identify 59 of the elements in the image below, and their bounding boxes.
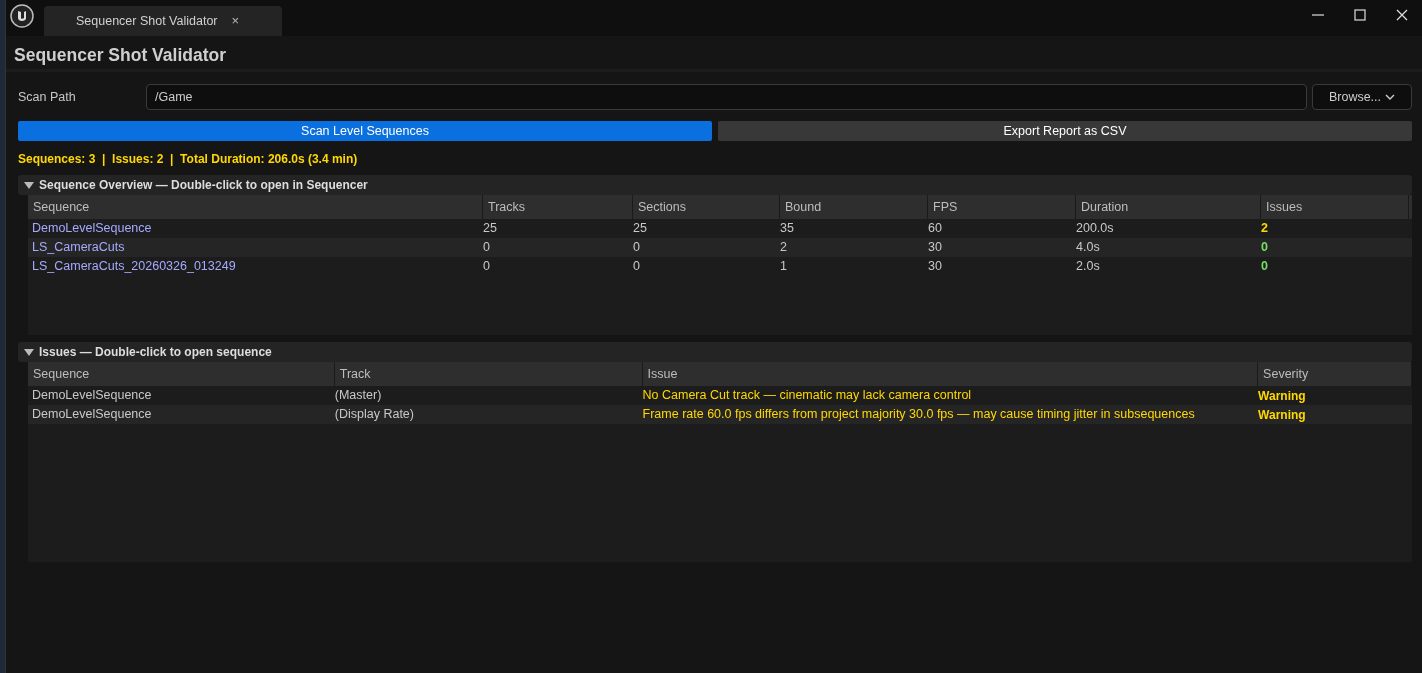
engine-logo-icon bbox=[10, 4, 34, 28]
table-cell-text: (Master) bbox=[334, 387, 383, 405]
close-tab-icon[interactable]: × bbox=[231, 11, 240, 31]
table-cell-text: 2 bbox=[1261, 220, 1269, 238]
table-cell-text: 30 bbox=[928, 239, 943, 257]
window-tab[interactable]: Sequencer Shot Validator × bbox=[44, 6, 282, 36]
maximize-icon[interactable] bbox=[1354, 9, 1366, 21]
chevron-down-icon bbox=[1385, 94, 1396, 100]
table-cell-text: 35 bbox=[780, 220, 795, 238]
section-title: Issues — Double-click to open sequence bbox=[39, 344, 272, 361]
table-cell-text: 4.0s bbox=[1076, 239, 1101, 257]
section-title: Sequence Overview — Double-click to open in Sequencer bbox=[39, 177, 368, 194]
table-cell-text: 0 bbox=[483, 258, 491, 276]
summary-text: Sequences: 3 | Issues: 2 | Total Duration: 206.0s (3.4 min) bbox=[17, 151, 359, 168]
table-cell-text: 25 bbox=[483, 220, 498, 238]
table-cell-text: 0 bbox=[633, 239, 641, 257]
column-header[interactable]: Issue bbox=[642, 362, 1259, 386]
table-cell-text: 25 bbox=[633, 220, 648, 238]
table-cell-text: 200.0s bbox=[1076, 220, 1115, 238]
table-cell-text: 2.0s bbox=[1076, 258, 1101, 276]
tab-title: Sequencer Shot Validator bbox=[76, 12, 218, 30]
section-header[interactable]: Issues — Double-click to open sequence bbox=[18, 342, 1412, 362]
column-header[interactable]: Sections bbox=[633, 195, 780, 219]
table-cell-text: 2 bbox=[780, 239, 788, 257]
close-icon[interactable] bbox=[1396, 9, 1408, 21]
export-button[interactable]: Export Report as CSV bbox=[718, 121, 1412, 141]
table-cell-text: (Display Rate) bbox=[334, 406, 415, 424]
column-header[interactable]: Sequence bbox=[28, 195, 483, 219]
table-cell-text: 60 bbox=[928, 220, 943, 238]
collapse-arrow-icon bbox=[24, 348, 34, 356]
field-label: Scan Path bbox=[18, 88, 77, 106]
table-cell-text: 1 bbox=[780, 258, 788, 276]
table-cell-text: Warning bbox=[1258, 387, 1307, 405]
table-cell-text: LS_CameraCuts_20260326_013249 bbox=[31, 258, 237, 276]
collapse-arrow-icon bbox=[24, 181, 34, 189]
table-cell-text: 0 bbox=[483, 239, 491, 257]
section-header[interactable]: Sequence Overview — Double-click to open in Sequencer bbox=[18, 175, 1412, 195]
table-cell-text: Warning bbox=[1258, 406, 1307, 424]
column-header[interactable]: Track bbox=[334, 362, 643, 386]
table-cell-text: DemoLevelSequence bbox=[31, 387, 153, 405]
scan-button[interactable]: Scan Level Sequences bbox=[18, 121, 712, 141]
column-header[interactable]: Severity bbox=[1258, 362, 1412, 386]
table-cell-text: DemoLevelSequence bbox=[31, 220, 153, 238]
column-header[interactable]: Tracks bbox=[483, 195, 633, 219]
path-field[interactable]: /Game bbox=[146, 84, 1307, 110]
table-cell-text: 0 bbox=[1261, 239, 1269, 257]
table-cell-text: 0 bbox=[1261, 258, 1269, 276]
table-cell-text: 30 bbox=[928, 258, 943, 276]
column-header[interactable]: FPS bbox=[928, 195, 1076, 219]
column-header[interactable]: Duration bbox=[1076, 195, 1261, 219]
table-cell-text: No Camera Cut track — cinematic may lack camera control bbox=[642, 387, 973, 405]
table-cell-text: LS_CameraCuts bbox=[31, 239, 126, 257]
column-header[interactable]: Bound bbox=[780, 195, 928, 219]
column-header[interactable]: Sequence bbox=[28, 362, 335, 386]
column-header[interactable]: Issues bbox=[1261, 195, 1409, 219]
table-cell-text: DemoLevelSequence bbox=[31, 406, 153, 424]
table-cell-text: Frame rate 60.0 fps differs from project majority 30.0 fps — may cause timing jitter in subsequences bbox=[642, 406, 1196, 424]
table-cell-text: 0 bbox=[633, 258, 641, 276]
browse-button[interactable]: Browse... bbox=[1312, 84, 1412, 110]
